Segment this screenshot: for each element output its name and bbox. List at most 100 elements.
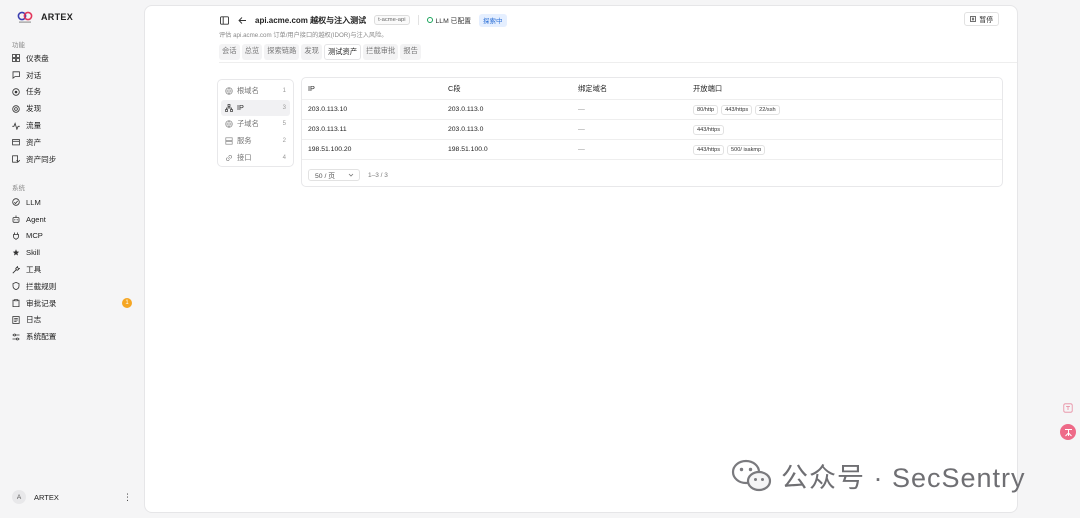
sidebar-item-tools[interactable]: 工具 (10, 261, 134, 278)
wechat-icon (731, 459, 772, 491)
header-divider (219, 62, 1017, 63)
asset-icon (12, 138, 20, 146)
cell-ports: 443/https (693, 124, 1002, 135)
cell-c-segment: 203.0.113.0 (448, 106, 484, 113)
sidebar-item-asset-sync[interactable]: 资产同步 (10, 151, 134, 168)
cell-ports: 80/http 443/https 22/ssh (693, 104, 1002, 115)
user-menu[interactable]: A ARTEX ⋮ (12, 488, 132, 506)
col-open-ports[interactable]: 开放端口 (693, 84, 1002, 94)
sidebar-item-traffic[interactable]: 流量 (10, 117, 134, 134)
page-range: 1–3 / 3 (368, 171, 388, 179)
sidebar-item-skill[interactable]: Skill (10, 244, 134, 261)
sidebar-item-label: 工具 (26, 265, 42, 275)
filter-ip[interactable]: IP 3 (221, 99, 290, 117)
settings-icon (12, 333, 20, 341)
back-arrow-icon[interactable] (237, 15, 247, 25)
tab-overview[interactable]: 总览 (241, 44, 263, 60)
filter-endpoint[interactable]: 接口 4 (221, 149, 290, 166)
tab-intercept-approval[interactable]: 拦截审批 (363, 44, 399, 60)
sidebar-item-approval-records[interactable]: 审批记录 1 (10, 295, 134, 312)
asset-type-filter: 根域名 1 IP 3 子域名 5 服务 2 接口 4 (217, 79, 294, 167)
sidebar-item-label: MCP (26, 231, 43, 241)
server-icon (225, 137, 233, 145)
traffic-icon (12, 121, 20, 130)
pause-icon (970, 16, 977, 22)
sidebar-item-label: 仪表盘 (26, 53, 49, 63)
sidebar-item-assets[interactable]: 资产 (10, 134, 134, 151)
status-badge: 探索中 (479, 13, 507, 27)
tab-test-assets[interactable]: 测试资产 (323, 44, 362, 60)
filter-count: 1 (282, 88, 286, 95)
filter-count: 5 (282, 121, 286, 128)
table-row[interactable]: 203.0.113.11 203.0.113.0 — 443/https (302, 120, 1002, 140)
sidebar-item-label: 对话 (26, 70, 42, 80)
cell-ip: 203.0.113.10 (308, 106, 348, 113)
tab-bar: 会话 总览 探索链路 发现 测试资产 拦截审批 报告 (219, 44, 421, 60)
page-size-select[interactable]: 50 / 页 (308, 169, 360, 181)
agent-icon (12, 215, 20, 223)
section-label-function: 功能 (12, 42, 25, 49)
avatar: A (12, 490, 26, 504)
sidebar-item-label: Agent (26, 214, 46, 224)
clipboard-icon (12, 299, 20, 308)
sidebar-item-tasks[interactable]: 任务 (10, 84, 134, 101)
pause-button[interactable]: 暂停 (964, 12, 999, 26)
sidebar-item-system-config[interactable]: 系统配置 (10, 328, 134, 345)
sidebar-item-chat[interactable]: 对话 (10, 67, 134, 84)
filter-count: 2 (282, 138, 286, 145)
col-c-segment[interactable]: C段 (448, 84, 578, 94)
approval-count-badge: 1 (122, 297, 132, 308)
filter-root-domain[interactable]: 根域名 1 (221, 83, 290, 100)
filter-subdomain[interactable]: 子域名 5 (221, 116, 290, 133)
sidebar-item-mcp[interactable]: MCP (10, 228, 134, 245)
cell-c-segment: 198.51.100.0 (448, 146, 488, 153)
port-tag: 22/ssh (755, 104, 780, 115)
brand-logo-icon (17, 11, 33, 23)
main-panel: api.acme.com 越权与注入测试 t-acme-api LLM 已配置 … (144, 5, 1018, 513)
translate-icon[interactable] (1063, 403, 1073, 413)
toggle-sidebar-icon[interactable] (219, 15, 229, 25)
sidebar-item-label: 拦截规则 (26, 281, 57, 291)
cell-ip: 203.0.113.11 (308, 126, 347, 133)
sidebar-item-logs[interactable]: 日志 (10, 312, 134, 329)
table-row[interactable]: 203.0.113.10 203.0.113.0 — 80/http 443/h… (302, 100, 1002, 120)
filter-label: 根域名 (237, 86, 259, 96)
tab-explore-path[interactable]: 探索链路 (264, 44, 300, 60)
llm-icon (12, 198, 20, 207)
task-header: api.acme.com 越权与注入测试 t-acme-api LLM 已配置 … (219, 12, 507, 28)
filter-service[interactable]: 服务 2 (221, 133, 290, 150)
cell-domain: — (578, 126, 585, 133)
port-tag: 500/ isakmp (727, 144, 766, 155)
sidebar-item-llm[interactable]: LLM (10, 194, 134, 211)
sidebar-item-discover[interactable]: 发现 (10, 100, 134, 117)
brand[interactable]: ARTEX (17, 10, 73, 24)
port-tag: 443/https (693, 144, 725, 155)
table-row[interactable]: 198.51.100.20 198.51.100.0 — 443/https 5… (302, 140, 1002, 160)
tab-report[interactable]: 报告 (400, 44, 421, 60)
sidebar-item-agent[interactable]: Agent (10, 211, 134, 228)
filter-label: IP (237, 103, 244, 113)
pause-label: 暂停 (979, 17, 993, 24)
ip-asset-table: IP C段 绑定域名 开放端口 203.0.113.10 203.0.113.0… (301, 77, 1003, 187)
page-size-value: 50 / 页 (315, 173, 336, 180)
tab-findings[interactable]: 发现 (301, 44, 322, 60)
cell-c-segment: 203.0.113.0 (448, 126, 484, 133)
brand-name: ARTEX (41, 12, 74, 22)
tab-session[interactable]: 会话 (219, 44, 240, 60)
task-id-tag: t-acme-api (374, 15, 410, 25)
col-ip[interactable]: IP (302, 84, 448, 93)
task-description: 评估 api.acme.com 订单/用户接口的越权(IDOR)与注入风险。 (219, 32, 388, 39)
sidebar-item-label: 系统配置 (26, 332, 57, 342)
mcp-icon (12, 232, 20, 240)
function-nav: 仪表盘 对话 任务 发现 流量 资产 资产同步 (10, 50, 134, 168)
sidebar-item-dashboard[interactable]: 仪表盘 (10, 50, 134, 67)
chat-icon (12, 71, 20, 80)
cell-domain: — (578, 146, 585, 153)
sidebar-item-label: 发现 (26, 104, 42, 114)
assistant-float-icon[interactable] (1060, 424, 1076, 440)
tool-icon (12, 265, 20, 274)
col-bound-domain[interactable]: 绑定域名 (578, 84, 693, 94)
llm-status-text: LLM 已配置 (435, 18, 472, 25)
more-options-icon[interactable]: ⋮ (123, 492, 132, 502)
sidebar-item-intercept-rules[interactable]: 拦截规则 (10, 278, 134, 295)
